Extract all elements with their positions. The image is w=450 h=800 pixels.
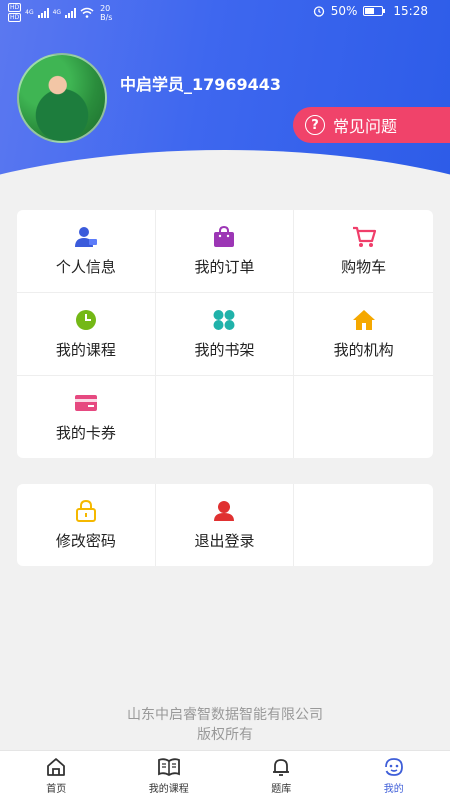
menu-item-my-institution[interactable]: 我的机构	[294, 293, 433, 376]
company-name: 山东中启睿智数据智能有限公司	[127, 707, 323, 723]
bell-icon	[270, 757, 292, 777]
nav-label: 首页	[46, 783, 67, 795]
lock-icon	[74, 499, 98, 522]
menu-item-change-password[interactable]: 修改密码	[17, 484, 156, 566]
network-type: 4G	[52, 9, 62, 16]
question-icon: ?	[305, 115, 325, 135]
menu-label: 我的书架	[194, 340, 255, 359]
person-card-icon	[74, 226, 98, 248]
house-icon	[352, 309, 376, 331]
hd-badge: HD	[8, 13, 22, 22]
signal-icon	[37, 7, 49, 18]
faq-label: 常见问题	[333, 117, 398, 136]
empty-cell	[294, 484, 433, 566]
smiley-icon	[383, 757, 405, 777]
faq-button[interactable]: ? 常见问题	[293, 107, 450, 143]
menu-item-logout[interactable]: 退出登录	[156, 484, 295, 566]
grid-circles-icon	[212, 309, 236, 331]
nav-label: 我的	[383, 783, 404, 795]
menu-label: 修改密码	[55, 531, 116, 550]
nav-label: 题库	[271, 783, 292, 795]
main-menu-card: 个人信息 我的订单 购物车 我的课程 我的书架 我的机构 我的卡券	[17, 210, 433, 458]
net-speed-unit: B/s	[100, 12, 113, 22]
menu-label: 我的课程	[55, 340, 116, 359]
empty-cell	[156, 376, 295, 458]
menu-item-my-coupons[interactable]: 我的卡券	[17, 376, 156, 458]
home-icon	[45, 757, 67, 777]
status-bar: HD HD 4G 4G 20 B/s 50% 15:28	[0, 0, 450, 24]
nav-home[interactable]: 首页	[0, 751, 113, 800]
nav-my-courses[interactable]: 我的课程	[113, 751, 226, 800]
menu-item-my-bookshelf[interactable]: 我的书架	[155, 293, 295, 376]
menu-label: 我的订单	[194, 257, 255, 276]
empty-cell	[294, 376, 433, 458]
signal-icon	[65, 7, 77, 18]
shopping-bag-icon	[212, 225, 236, 248]
menu-item-my-orders[interactable]: 我的订单	[155, 210, 295, 293]
network-type: 4G	[25, 9, 34, 16]
wifi-icon	[80, 7, 94, 18]
menu-label: 个人信息	[55, 257, 116, 276]
user-logout-icon	[212, 500, 236, 522]
hd-badge: HD	[8, 3, 22, 12]
battery-icon	[363, 6, 386, 16]
menu-item-personal-info[interactable]: 个人信息	[17, 210, 156, 293]
clock-icon	[74, 309, 98, 331]
menu-label: 购物车	[341, 257, 387, 276]
book-icon	[157, 757, 180, 777]
menu-label: 退出登录	[194, 531, 255, 550]
clock-time: 15:28	[393, 4, 428, 18]
username: 中启学员_17969443	[120, 75, 282, 94]
menu-label: 我的机构	[333, 340, 394, 359]
copyright-text: 版权所有	[197, 727, 253, 743]
card-coupon-icon	[74, 392, 98, 414]
net-speed-value: 20	[100, 3, 111, 13]
bottom-nav: 首页 我的课程 题库 我的	[0, 750, 450, 800]
cart-icon	[352, 226, 376, 248]
menu-label: 我的卡券	[55, 423, 116, 442]
avatar[interactable]	[17, 53, 107, 143]
account-menu-card: 修改密码 退出登录	[17, 484, 433, 566]
nav-label: 我的课程	[148, 783, 189, 795]
menu-item-cart[interactable]: 购物车	[294, 210, 433, 293]
nav-mine[interactable]: 我的	[338, 751, 450, 800]
alarm-icon	[313, 6, 324, 17]
nav-question-bank[interactable]: 题库	[225, 751, 338, 800]
battery-percent: 50%	[330, 4, 358, 18]
menu-item-my-courses[interactable]: 我的课程	[17, 293, 156, 376]
